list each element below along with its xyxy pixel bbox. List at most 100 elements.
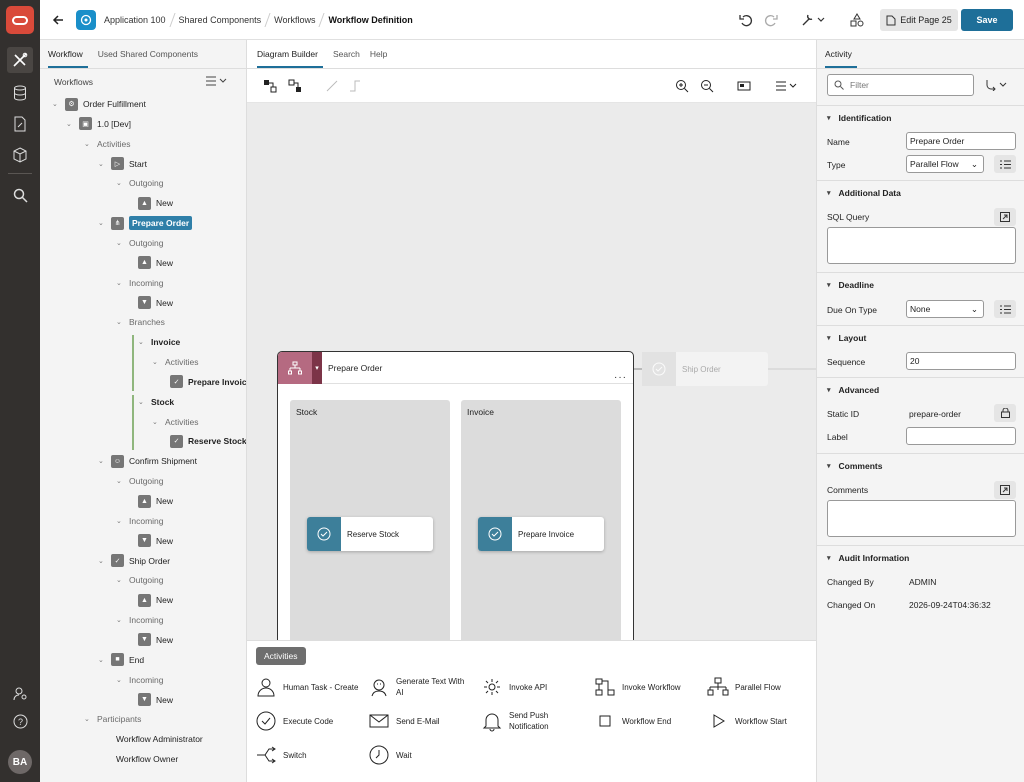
tab-workflow[interactable]: Workflow (48, 49, 88, 68)
chevron-down-icon[interactable]: ⌄ (116, 616, 126, 624)
chevron-down-icon[interactable]: ⌄ (152, 418, 162, 426)
palette-item[interactable]: Wait (368, 740, 480, 770)
tree-node[interactable]: ⌄ ⚙ Order Fulfillment (52, 94, 146, 114)
tree-menu-button[interactable] (206, 76, 228, 86)
activity-card-ship-order[interactable]: Ship Order (642, 352, 768, 386)
palette-item[interactable]: Workflow Start (707, 706, 819, 736)
chevron-down-icon[interactable]: ⌄ (138, 398, 148, 406)
chevron-down-icon[interactable]: ⌄ (116, 517, 126, 525)
tree-node[interactable]: ▼ New (138, 531, 173, 551)
tree-node[interactable]: ⌄ Invoice (138, 332, 180, 352)
palette-item[interactable]: Invoke Workflow (594, 672, 706, 702)
palette-item[interactable]: Switch (255, 740, 367, 770)
diagram-canvas[interactable]: ▾ Prepare Order ··· Stock Reserve Stock … (247, 103, 816, 678)
filter-input[interactable]: Filter (827, 74, 974, 96)
fit-view-icon[interactable] (737, 79, 751, 93)
tree-node[interactable]: ⌄ ■ End (98, 650, 144, 670)
section-comments[interactable]: ▾ Comments (817, 453, 1024, 477)
chevron-down-icon[interactable]: ⌄ (98, 457, 108, 465)
branch-lane-stock[interactable]: Stock Reserve Stock (290, 400, 450, 650)
tab-help[interactable]: Help (370, 49, 387, 68)
section-advanced[interactable]: ▾ Advanced (817, 377, 1024, 401)
line-straight-icon[interactable] (325, 79, 339, 93)
open-code-editor-button[interactable] (994, 208, 1016, 226)
arrange-alt-icon[interactable] (288, 79, 302, 93)
sequence-input[interactable]: 20 (906, 352, 1016, 370)
activity-card-prepare-invoice[interactable]: Prepare Invoice (478, 517, 604, 551)
palette-item[interactable]: Execute Code (255, 706, 367, 736)
tree-node[interactable]: ⌄ ▷ Start (98, 154, 147, 174)
edit-page-button[interactable]: Edit Page 25 (880, 9, 958, 31)
tab-activity[interactable]: Activity (825, 49, 857, 68)
branch-lane-invoice[interactable]: Invoice Prepare Invoice (461, 400, 621, 650)
tree-node[interactable]: ⌄ ✓ Ship Order (98, 551, 170, 571)
palette-item[interactable]: Send E-Mail (368, 706, 480, 736)
tree-node[interactable]: ⌄ Incoming (116, 670, 164, 690)
utilities-menu-button[interactable] (801, 0, 825, 40)
breadcrumb-item-workflows[interactable]: Workflows (274, 15, 315, 25)
more-options-icon[interactable]: ··· (614, 372, 627, 383)
chevron-down-icon[interactable]: ⌄ (52, 100, 62, 108)
palette-item[interactable]: Generate Text With AI (368, 672, 480, 702)
tree-node[interactable]: ⌄ Activities (152, 352, 199, 372)
due-on-type-select[interactable]: None ⌄ (906, 300, 984, 318)
tree-node[interactable]: ▲ New (138, 590, 173, 610)
page-edit-icon[interactable] (7, 111, 33, 137)
open-comments-editor-button[interactable] (994, 481, 1016, 499)
activity-card-reserve-stock[interactable]: Reserve Stock (307, 517, 433, 551)
tree-node[interactable]: ✓ Prepare Invoice (170, 372, 246, 392)
chevron-down-icon[interactable]: ⌄ (116, 576, 126, 584)
section-identification[interactable]: ▾ Identification (817, 105, 1024, 129)
palette-item[interactable]: Send Push Notification (481, 706, 593, 736)
tree-node[interactable]: ⌄ Participants (84, 709, 141, 729)
redo-button[interactable] (764, 0, 778, 40)
palette-item[interactable]: Invoke API (481, 672, 593, 702)
tree-node[interactable]: ▼ New (138, 293, 173, 313)
breadcrumb-item-application[interactable]: Application 100 (104, 15, 166, 25)
user-settings-icon[interactable] (7, 680, 33, 706)
chevron-down-icon[interactable]: ⌄ (116, 676, 126, 684)
tree-node[interactable]: ▲ New (138, 253, 173, 273)
chevron-down-icon[interactable]: ⌄ (138, 338, 148, 346)
avatar[interactable]: BA (8, 750, 32, 774)
package-icon[interactable] (7, 142, 33, 168)
search-icon[interactable] (7, 182, 33, 208)
tree-node[interactable]: ⌄ ▣ 1.0 [Dev] (66, 114, 131, 134)
name-input[interactable]: Prepare Order (906, 132, 1016, 150)
database-icon[interactable] (7, 80, 33, 106)
tree-node[interactable]: Workflow Administrator (116, 729, 203, 749)
tree-node[interactable]: ⌄ Incoming (116, 273, 164, 293)
palette-item[interactable]: Parallel Flow (707, 672, 819, 702)
chevron-down-icon[interactable]: ⌄ (98, 656, 108, 664)
chevron-down-icon[interactable]: ⌄ (116, 279, 126, 287)
zoom-out-icon[interactable] (700, 79, 714, 93)
chevron-down-icon[interactable]: ⌄ (116, 179, 126, 187)
tree-node[interactable]: ⌄ Branches (116, 312, 165, 332)
chevron-down-icon[interactable]: ⌄ (116, 318, 126, 326)
type-list-button[interactable] (994, 155, 1016, 173)
sql-query-textarea[interactable] (827, 227, 1016, 264)
label-input[interactable] (906, 427, 1016, 445)
chevron-down-icon[interactable]: ▾ (312, 351, 322, 384)
tree-node[interactable]: ⌄ Stock (138, 392, 174, 412)
due-list-button[interactable] (994, 300, 1016, 318)
diagram-menu-icon[interactable] (775, 79, 799, 93)
chevron-down-icon[interactable]: ⌄ (66, 120, 76, 128)
chevron-down-icon[interactable]: ⌄ (98, 557, 108, 565)
oracle-logo[interactable] (6, 6, 34, 34)
tab-activities[interactable]: Activities (256, 647, 306, 665)
section-layout[interactable]: ▾ Layout (817, 325, 1024, 349)
lock-button[interactable] (994, 404, 1016, 422)
tree-node[interactable]: ⌄ Outgoing (116, 570, 164, 590)
tree-node[interactable]: ⌄ Incoming (116, 511, 164, 531)
tree-node[interactable]: ✓ Reserve Stock (170, 431, 246, 451)
shared-components-button[interactable] (850, 0, 864, 40)
tree-node[interactable]: ⌄ Outgoing (116, 173, 164, 193)
chevron-down-icon[interactable]: ⌄ (98, 219, 108, 227)
tree-node[interactable]: ⌄ Activities (152, 412, 199, 432)
shared-components-icon[interactable] (7, 47, 33, 73)
tree-node[interactable]: ▼ New (138, 690, 173, 710)
chevron-down-icon[interactable]: ⌄ (116, 239, 126, 247)
zoom-in-icon[interactable] (675, 79, 689, 93)
tree-node[interactable]: ⌄ Incoming (116, 610, 164, 630)
